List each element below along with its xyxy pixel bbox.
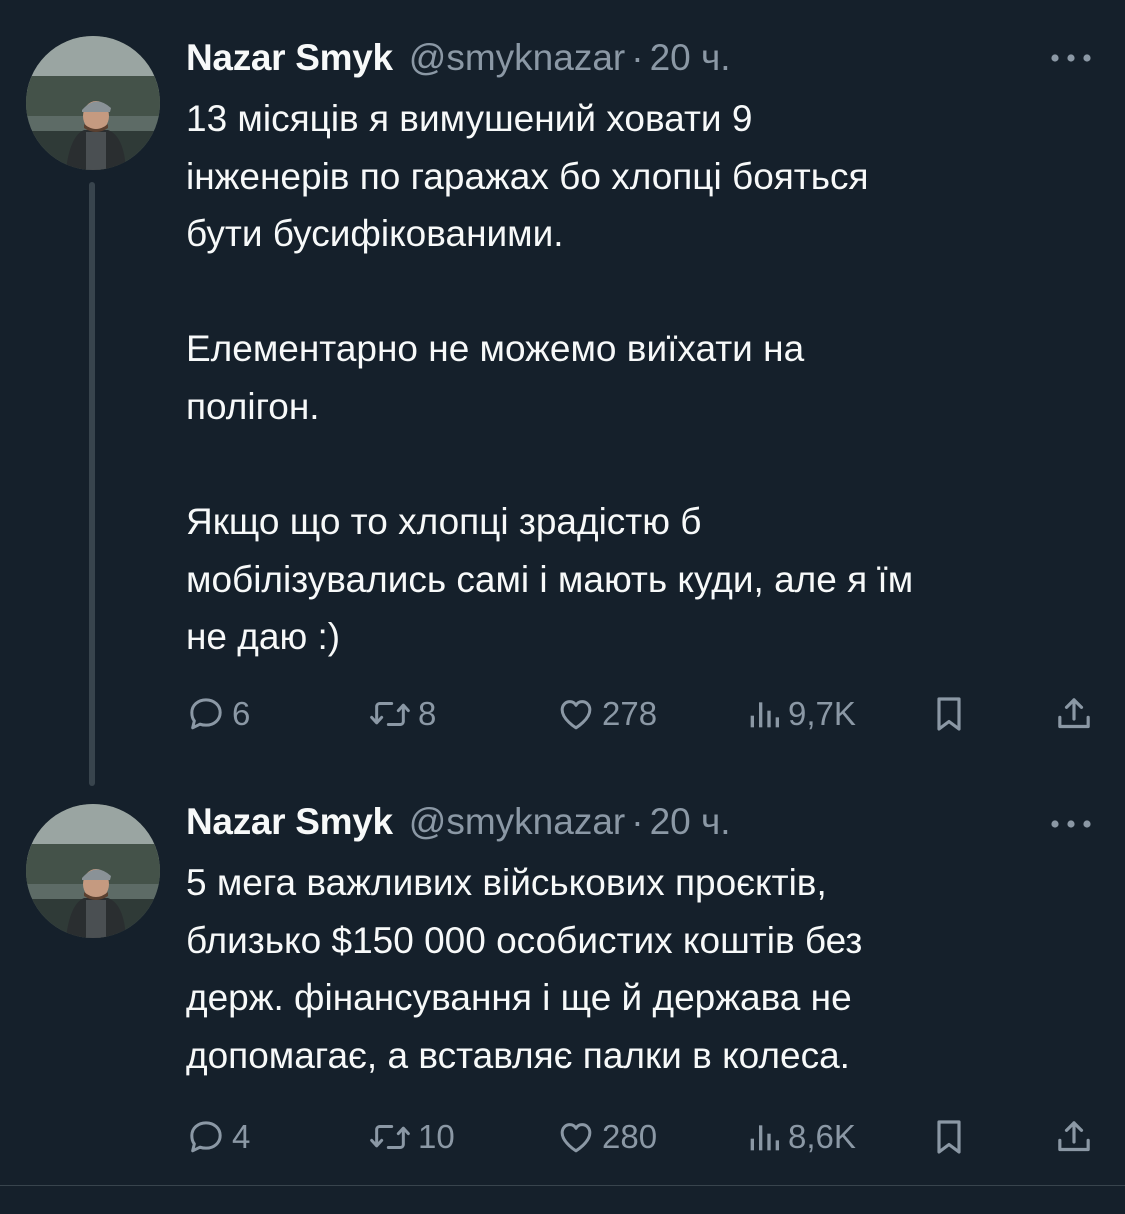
- reply-button[interactable]: 6: [186, 690, 250, 738]
- retweet-count: 8: [418, 695, 437, 732]
- share-upload-icon: [1058, 698, 1090, 729]
- tweet-header: Nazar Smyk @smyknazar · 20 ч.: [186, 34, 731, 82]
- avatar[interactable]: [26, 804, 160, 938]
- like-count: 280: [602, 1118, 658, 1155]
- more-options-button[interactable]: [1049, 48, 1093, 68]
- bar-chart-icon: [750, 702, 779, 728]
- reply-count: 6: [232, 695, 251, 732]
- bookmark-icon: [937, 1120, 961, 1154]
- more-options-button[interactable]: [1049, 814, 1093, 834]
- reply-button[interactable]: 4: [186, 1113, 250, 1161]
- bar-chart-icon: [750, 1125, 779, 1151]
- heart-icon: [560, 700, 592, 730]
- three-dots-icon: [1051, 820, 1091, 828]
- bookmark-button[interactable]: [931, 690, 967, 738]
- author-name[interactable]: Nazar Smyk: [186, 801, 393, 843]
- tweet-text: 5 мега важливих військових проєктів, бли…: [186, 862, 863, 1076]
- tweet-text: 13 місяців я вимушений ховати 9 інженері…: [186, 98, 914, 658]
- tweet-header: Nazar Smyk @smyknazar · 20 ч.: [186, 798, 731, 846]
- separator-dot: ·: [631, 801, 644, 842]
- retweet-arrows-icon: [370, 702, 410, 726]
- tweet-actions: 4 10 280 8,6K: [186, 1113, 1098, 1161]
- retweet-button[interactable]: 8: [368, 690, 436, 738]
- speech-bubble-icon: [190, 698, 222, 730]
- author-name[interactable]: Nazar Smyk: [186, 37, 393, 79]
- share-upload-icon: [1058, 1121, 1090, 1152]
- bookmark-icon: [937, 697, 961, 731]
- share-button[interactable]: [1054, 690, 1094, 738]
- tweet[interactable]: Nazar Smyk @smyknazar · 20 ч. 13 місяців…: [0, 0, 1125, 790]
- views-button[interactable]: 9,7K: [746, 690, 856, 738]
- retweet-count: 10: [418, 1118, 455, 1155]
- tweet-timestamp[interactable]: 20 ч.: [650, 37, 731, 79]
- author-handle[interactable]: @smyknazar: [409, 801, 625, 843]
- retweet-button[interactable]: 10: [368, 1113, 455, 1161]
- share-button[interactable]: [1054, 1113, 1094, 1161]
- tweet-actions: 6 8 278 9,7K: [186, 690, 1098, 738]
- author-handle[interactable]: @smyknazar: [409, 37, 625, 79]
- views-count: 8,6K: [788, 1118, 856, 1155]
- heart-icon: [560, 1123, 592, 1153]
- bookmark-button[interactable]: [931, 1113, 967, 1161]
- separator-dot: ·: [631, 37, 644, 78]
- avatar[interactable]: [26, 36, 160, 170]
- three-dots-icon: [1051, 54, 1091, 62]
- thread-connector-line: [89, 182, 95, 786]
- views-count: 9,7K: [788, 695, 856, 732]
- like-button[interactable]: 280: [556, 1113, 657, 1161]
- tweet[interactable]: Nazar Smyk @smyknazar · 20 ч. 5 мега важ…: [0, 790, 1125, 1185]
- like-button[interactable]: 278: [556, 690, 657, 738]
- reply-count: 4: [232, 1118, 251, 1155]
- tweet-timestamp[interactable]: 20 ч.: [650, 801, 731, 843]
- like-count: 278: [602, 695, 658, 732]
- speech-bubble-icon: [190, 1121, 222, 1153]
- divider: [0, 1185, 1125, 1186]
- retweet-arrows-icon: [370, 1125, 410, 1149]
- views-button[interactable]: 8,6K: [746, 1113, 856, 1161]
